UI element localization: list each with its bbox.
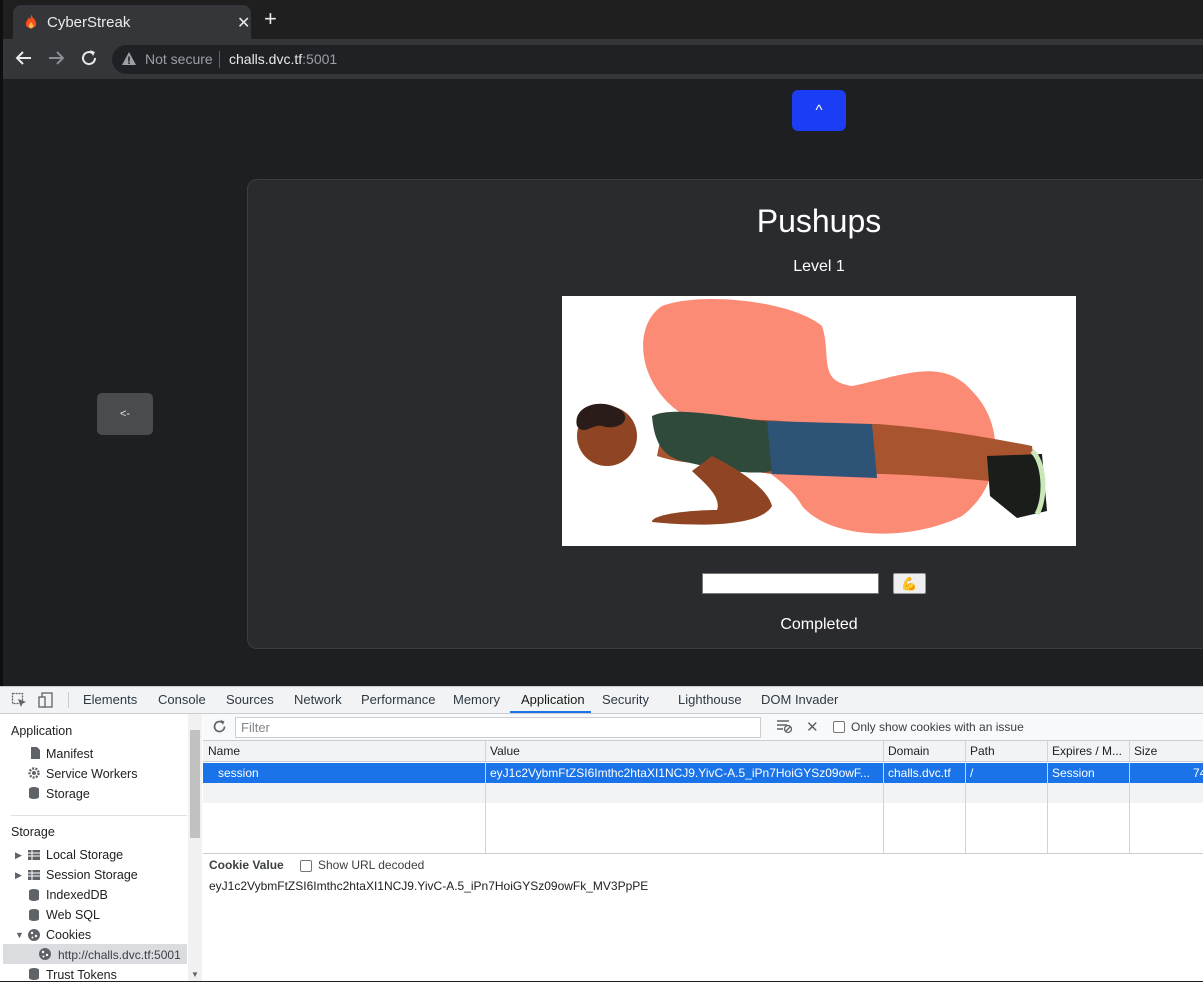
- pushup-illustration: [562, 296, 1076, 546]
- cookie-domain-cell: challs.dvc.tf: [888, 766, 951, 780]
- tab-performance[interactable]: Performance: [361, 692, 435, 707]
- show-url-decoded-label: Show URL decoded: [318, 858, 425, 872]
- security-label[interactable]: Not secure: [145, 51, 213, 67]
- refresh-icon[interactable]: [212, 719, 227, 734]
- database-icon: [29, 909, 39, 921]
- reload-icon[interactable]: [80, 49, 98, 71]
- sidebar-item-cookies[interactable]: Cookies: [46, 928, 91, 942]
- column-header-path[interactable]: Path: [970, 744, 1044, 758]
- url-host: challs.dvc.tf: [229, 51, 303, 67]
- only-issue-label: Only show cookies with an issue: [851, 720, 1024, 734]
- tab-sources[interactable]: Sources: [226, 692, 274, 707]
- file-icon: [31, 747, 40, 759]
- toolbar-divider: [68, 692, 69, 708]
- show-url-decoded-checkbox[interactable]: [300, 860, 312, 872]
- reps-input[interactable]: [702, 573, 879, 594]
- tab-console[interactable]: Console: [158, 692, 206, 707]
- grid-icon: [28, 870, 40, 880]
- only-issue-checkbox[interactable]: [833, 721, 845, 733]
- submit-reps-button[interactable]: 💪: [893, 573, 926, 594]
- forward-arrow-icon[interactable]: [47, 49, 65, 71]
- inspect-element-icon[interactable]: [11, 692, 27, 708]
- tab-title: CyberStreak: [47, 14, 131, 31]
- table-row-empty: [203, 783, 1203, 803]
- tab-dom-invader[interactable]: DOM Invader: [761, 692, 838, 707]
- column-divider: [883, 741, 884, 853]
- cookie-icon: [39, 948, 51, 960]
- tab-security[interactable]: Security: [602, 692, 649, 707]
- sidebar-item-local-storage[interactable]: Local Storage: [46, 848, 123, 862]
- cookie-name-cell: session: [218, 766, 259, 780]
- url-separator: [219, 51, 220, 68]
- back-button[interactable]: <-: [97, 393, 153, 435]
- tab-lighthouse[interactable]: Lighthouse: [678, 692, 742, 707]
- sidebar-item-cookie-origin[interactable]: http://challs.dvc.tf:5001: [58, 948, 181, 962]
- url-port: :5001: [302, 51, 338, 67]
- sidebar-scrollbar-thumb[interactable]: [190, 730, 200, 838]
- fire-favicon-icon: [25, 14, 37, 29]
- exercise-title: Pushups: [756, 203, 882, 239]
- device-toolbar-icon[interactable]: [38, 692, 54, 708]
- delete-cookie-icon[interactable]: ✕: [806, 718, 819, 736]
- sidebar-section-storage: Storage: [11, 825, 55, 839]
- active-tab-indicator: [510, 711, 591, 713]
- expand-arrow-icon[interactable]: ▶: [15, 870, 22, 881]
- sidebar-item-manifest[interactable]: Manifest: [46, 747, 93, 761]
- cookie-filter-input[interactable]: Filter: [235, 717, 761, 738]
- tab-memory[interactable]: Memory: [453, 692, 500, 707]
- sidebar-item-session-storage[interactable]: Session Storage: [46, 868, 138, 882]
- column-header-value[interactable]: Value: [490, 744, 880, 758]
- address-bar[interactable]: Not secure challs.dvc.tf:5001: [112, 45, 1203, 74]
- column-divider: [1047, 741, 1048, 853]
- column-header-domain[interactable]: Domain: [888, 744, 962, 758]
- column-header-name[interactable]: Name: [208, 744, 478, 758]
- cookie-value-divider[interactable]: [203, 853, 1203, 854]
- sidebar-item-web-sql[interactable]: Web SQL: [46, 908, 100, 922]
- tab-elements[interactable]: Elements: [83, 692, 137, 707]
- database-icon: [29, 968, 39, 980]
- expand-arrow-icon[interactable]: ▶: [15, 850, 22, 861]
- cookie-expires-cell: Session: [1052, 766, 1095, 780]
- url-text: challs.dvc.tf:5001: [229, 51, 337, 67]
- level-label: Level 1: [793, 258, 845, 275]
- sidebar-item-service-workers[interactable]: Service Workers: [46, 767, 137, 781]
- clear-filtered-cookies-icon[interactable]: [776, 719, 793, 734]
- scroll-down-arrow-icon[interactable]: ▼: [191, 970, 199, 979]
- cookie-value-cell: eyJ1c2VybmFtZSI6Imthc2htaXI1NCJ9.YivC-A.…: [490, 766, 870, 780]
- new-tab-button[interactable]: +: [264, 8, 277, 30]
- grid-icon: [28, 850, 40, 860]
- column-divider: [485, 741, 486, 853]
- database-icon: [29, 787, 39, 799]
- cookie-icon: [28, 929, 40, 941]
- column-header-size[interactable]: Size: [1134, 744, 1194, 758]
- browser-tab[interactable]: CyberStreak ✕: [13, 5, 251, 39]
- cookie-value-text[interactable]: eyJ1c2VybmFtZSI6Imthc2htaXI1NCJ9.YivC-A.…: [209, 879, 648, 893]
- collapse-arrow-icon[interactable]: ▼: [15, 930, 24, 940]
- column-divider: [965, 741, 966, 853]
- database-icon: [29, 889, 39, 901]
- cookie-size-cell: 74: [1193, 766, 1203, 780]
- previous-exercise-button[interactable]: ^: [792, 90, 846, 131]
- back-arrow-icon[interactable]: [15, 49, 33, 71]
- gear-icon: [28, 767, 40, 779]
- column-header-expires[interactable]: Expires / M...: [1052, 744, 1128, 758]
- tab-close-icon[interactable]: ✕: [237, 13, 250, 33]
- sidebar-item-storage[interactable]: Storage: [46, 787, 90, 801]
- column-divider: [1129, 741, 1130, 853]
- sidebar-section-application: Application: [11, 724, 73, 738]
- cookie-value-title: Cookie Value: [209, 858, 284, 872]
- tab-application[interactable]: Application: [521, 692, 585, 707]
- sidebar-item-indexeddb[interactable]: IndexedDB: [46, 888, 108, 902]
- sidebar-item-trust-tokens[interactable]: Trust Tokens: [46, 968, 117, 982]
- sidebar-divider: [11, 815, 187, 816]
- warning-icon: [122, 52, 136, 65]
- tab-network[interactable]: Network: [294, 692, 342, 707]
- cookie-path-cell: /: [970, 766, 974, 780]
- completion-status: Completed: [780, 616, 858, 633]
